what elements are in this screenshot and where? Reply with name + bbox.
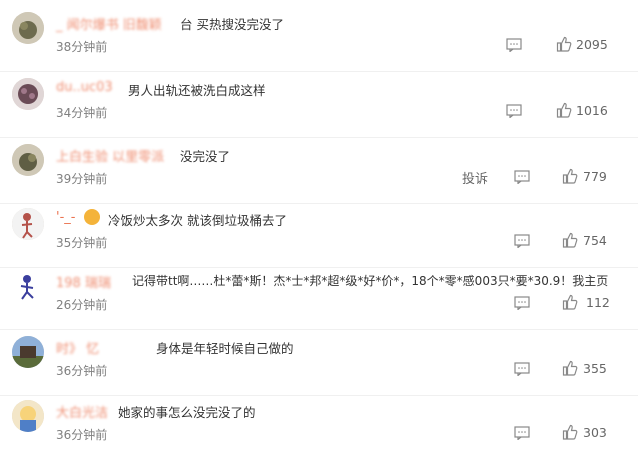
like-icon[interactable] — [556, 36, 572, 52]
like-count: 355 — [583, 361, 607, 376]
like-icon[interactable] — [562, 294, 578, 310]
like-icon[interactable] — [562, 168, 578, 184]
like-count: 2095 — [576, 37, 608, 52]
username[interactable]: _ 闻尔爆书 旧馥颖 — [56, 14, 162, 33]
reply-icon[interactable] — [514, 426, 530, 440]
comment-item: du..uc03 男人出轨还被洗白成这样 34分钟前 1016 — [0, 74, 638, 138]
username[interactable]: 大白光洁 — [56, 402, 108, 421]
timestamp: 35分钟前 — [56, 236, 108, 250]
username[interactable]: '-_- — [56, 210, 75, 225]
timestamp: 39分钟前 — [56, 172, 108, 186]
like-icon[interactable] — [556, 102, 572, 118]
avatar[interactable] — [12, 144, 44, 176]
emoji-icon — [84, 209, 100, 225]
comment-text: 身体是年轻时候自己做的 — [156, 341, 294, 356]
comment-text: 男人出轨还被洗白成这样 — [128, 83, 266, 98]
comment-item: 时》 忆 身体是年轻时候自己做的 36分钟前 355 — [0, 332, 638, 396]
comment-text: 她家的事怎么没完没了的 — [118, 405, 256, 420]
comment-item: _ 闻尔爆书 旧馥颖 台 买热搜没完没了 38分钟前 2095 — [0, 8, 638, 72]
comment-item: 大白光洁 她家的事怎么没完没了的 36分钟前 303 — [0, 396, 638, 460]
like-count: 112 — [586, 295, 610, 310]
like-count: 303 — [583, 425, 607, 440]
username[interactable]: 上白生验 以里零派 — [56, 146, 164, 165]
divider — [0, 137, 638, 138]
like-count: 779 — [583, 169, 607, 184]
comment-item: 198 瑞瑞 记得带tt啊……杜*蕾*斯！杰*士*邦*超*级*好*价*，18个*… — [0, 266, 638, 330]
username[interactable]: 时》 忆 — [56, 338, 99, 357]
comment-text: 冷饭炒太多次 就该倒垃圾桶去了 — [108, 213, 287, 228]
timestamp: 38分钟前 — [56, 40, 108, 54]
like-icon[interactable] — [562, 424, 578, 440]
avatar[interactable] — [12, 270, 44, 302]
divider — [0, 71, 638, 72]
divider — [0, 329, 638, 330]
reply-icon[interactable] — [514, 170, 530, 184]
comment-list: _ 闻尔爆书 旧馥颖 台 买热搜没完没了 38分钟前 2095 du..uc03… — [0, 0, 638, 446]
avatar[interactable] — [12, 208, 44, 240]
comment-item: 上白生验 以里零派 没完没了 39分钟前 投诉 779 — [0, 140, 638, 204]
like-count: 754 — [583, 233, 607, 248]
timestamp: 36分钟前 — [56, 364, 108, 378]
reply-icon[interactable] — [514, 362, 530, 376]
reply-icon[interactable] — [514, 234, 530, 248]
username[interactable]: du..uc03 — [56, 80, 113, 95]
comment-text: 记得带tt啊……杜*蕾*斯！杰*士*邦*超*级*好*价*，18个*零*感003只… — [132, 274, 609, 288]
comment-text: 台 买热搜没完没了 — [180, 17, 284, 32]
timestamp: 34分钟前 — [56, 106, 108, 120]
like-icon[interactable] — [562, 232, 578, 248]
avatar[interactable] — [12, 336, 44, 368]
like-icon[interactable] — [562, 360, 578, 376]
reply-icon[interactable] — [506, 104, 522, 118]
avatar[interactable] — [12, 78, 44, 110]
avatar[interactable] — [12, 12, 44, 44]
avatar[interactable] — [12, 400, 44, 432]
comment-text: 没完没了 — [180, 149, 231, 164]
report-button[interactable]: 投诉 — [462, 168, 488, 187]
reply-icon[interactable] — [506, 38, 522, 52]
timestamp: 26分钟前 — [56, 298, 108, 312]
username[interactable]: 198 瑞瑞 — [56, 272, 111, 291]
comment-item: '-_- 冷饭炒太多次 就该倒垃圾桶去了 35分钟前 754 — [0, 204, 638, 268]
timestamp: 36分钟前 — [56, 428, 108, 442]
reply-icon[interactable] — [514, 296, 530, 310]
like-count: 1016 — [576, 103, 608, 118]
